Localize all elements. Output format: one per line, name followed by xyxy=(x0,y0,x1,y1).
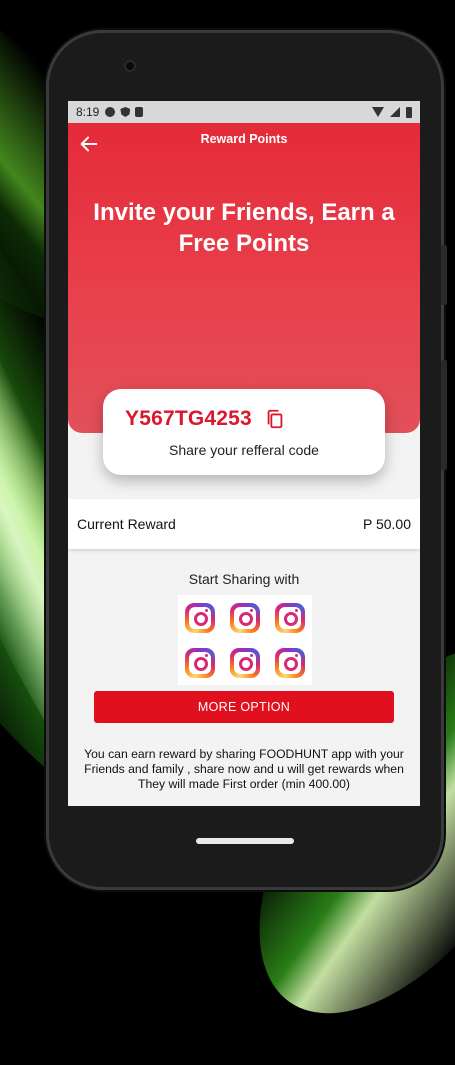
referral-code: Y567TG4253 xyxy=(125,407,252,430)
hero-banner: Reward Points Invite your Friends, Earn … xyxy=(68,123,420,433)
hero-headline: Invite your Friends, Earn a Free Points xyxy=(93,199,395,257)
instagram-icon[interactable] xyxy=(229,647,260,678)
referral-code-label: Share your refferal code xyxy=(169,442,319,458)
share-apps-grid xyxy=(178,595,312,685)
instagram-icon[interactable] xyxy=(229,602,260,633)
phone-volume-button xyxy=(441,360,447,470)
app-screen: 8:19 Reward Points Invite your Friends, … xyxy=(68,101,420,806)
phone-power-button xyxy=(441,245,447,305)
wifi-icon xyxy=(372,107,384,117)
status-time: 8:19 xyxy=(76,105,100,119)
instagram-icon[interactable] xyxy=(274,647,305,678)
sharing-title: Start Sharing with xyxy=(188,571,300,587)
referral-code-card: Y567TG4253 Share your refferal code xyxy=(103,389,385,475)
reward-info-text: You can earn reward by sharing FOODHUNT … xyxy=(84,747,404,791)
battery-icon xyxy=(406,106,412,118)
copy-icon[interactable] xyxy=(264,408,286,430)
home-indicator xyxy=(196,838,294,844)
signal-icon xyxy=(390,107,400,117)
page-title: Reward Points xyxy=(200,132,288,146)
instagram-icon[interactable] xyxy=(185,602,216,633)
current-reward-row: Current Reward P 50.00 xyxy=(68,499,420,549)
more-option-button[interactable]: MORE OPTION xyxy=(94,691,394,723)
settings-icon xyxy=(105,107,116,117)
sim-card-icon xyxy=(135,107,144,117)
front-camera xyxy=(124,60,136,72)
instagram-icon[interactable] xyxy=(274,602,305,633)
status-bar: 8:19 xyxy=(68,101,420,123)
current-reward-label: Current Reward xyxy=(77,516,176,532)
instagram-icon[interactable] xyxy=(185,647,216,678)
current-reward-value: P 50.00 xyxy=(362,516,411,532)
shield-icon xyxy=(120,107,131,117)
